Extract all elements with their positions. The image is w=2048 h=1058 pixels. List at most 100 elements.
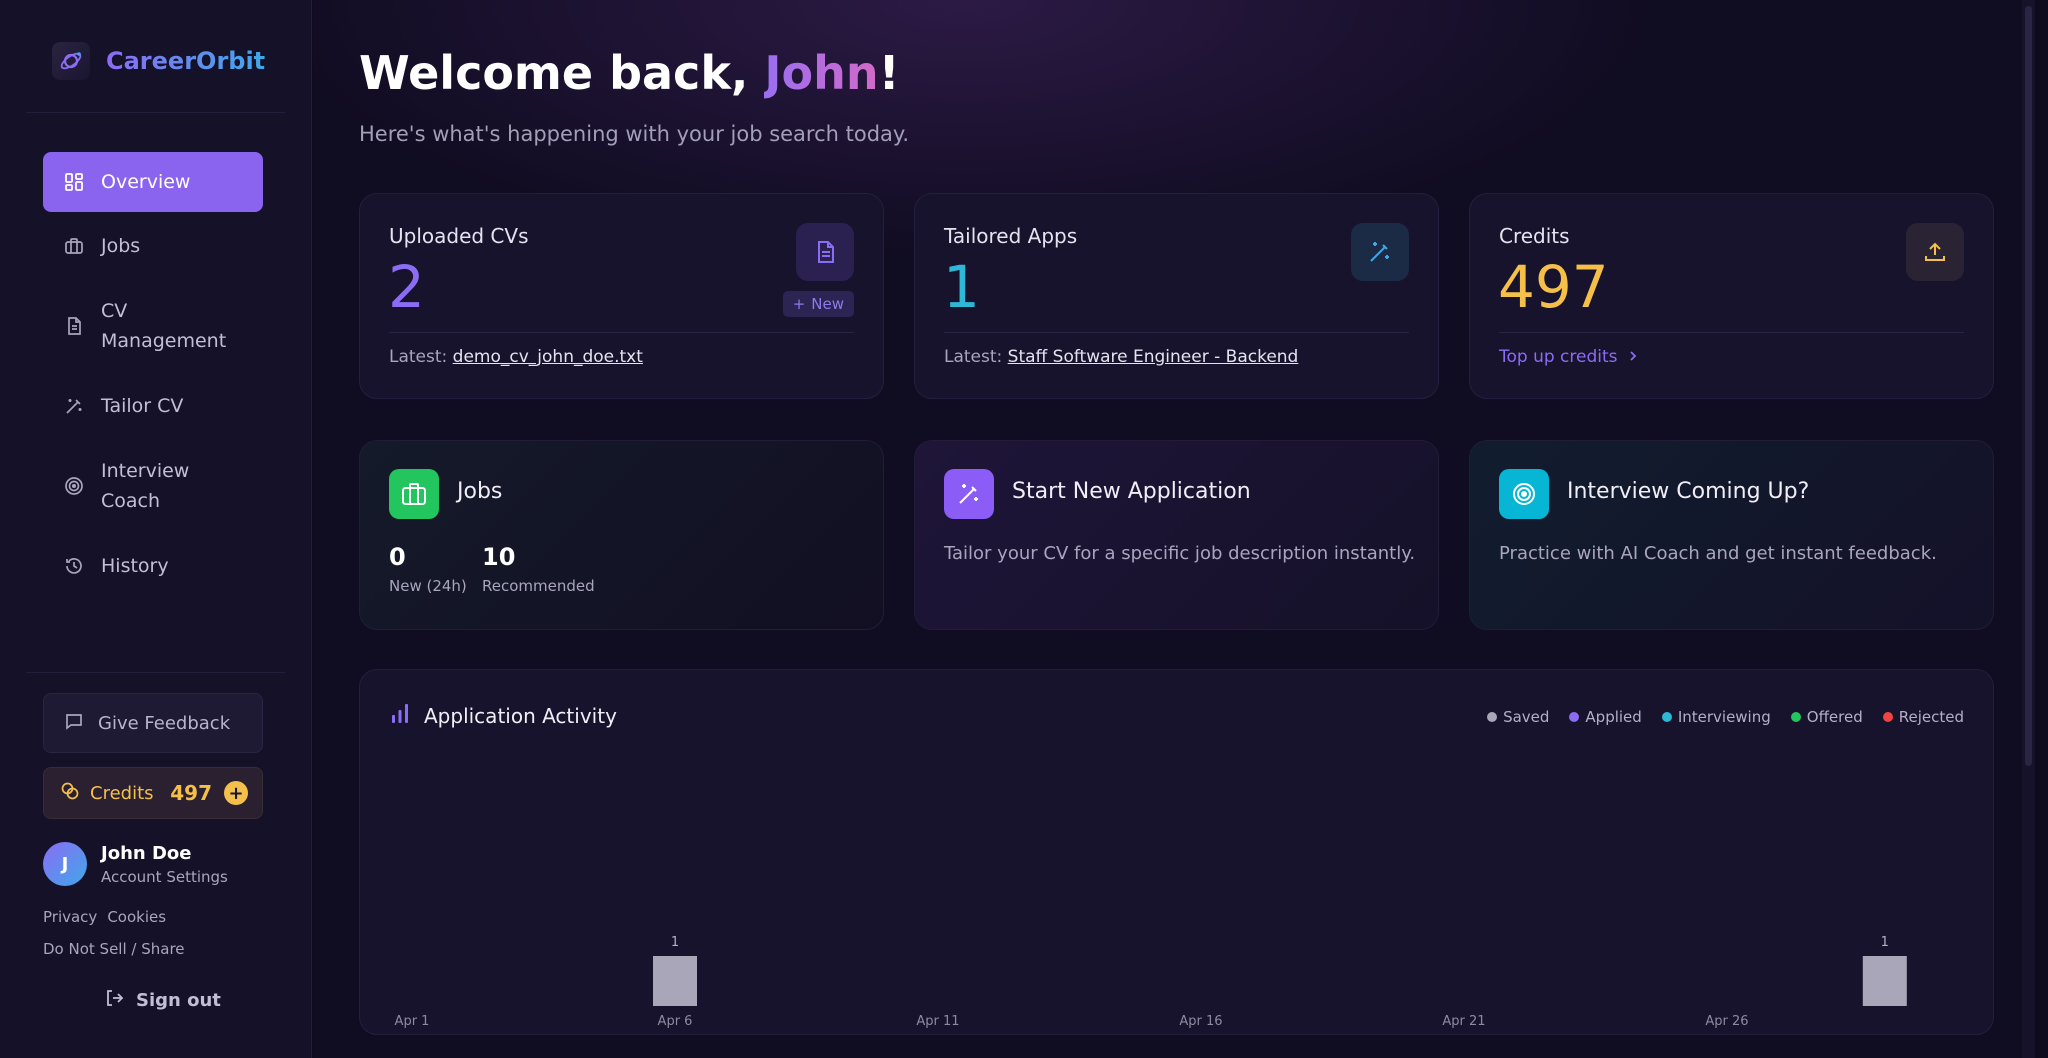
new-jobs-count: 0: [389, 543, 406, 571]
new-jobs-label: New (24h): [389, 577, 467, 595]
page-title: Welcome back, John!: [359, 46, 900, 100]
latest-app: Latest: Staff Software Engineer - Backen…: [944, 347, 1298, 367]
interview-card[interactable]: Interview Coming Up? Practice with AI Co…: [1469, 440, 1994, 630]
document-icon: [63, 315, 85, 337]
x-tick-label: Apr 26: [1705, 1014, 1748, 1029]
user-name: John Doe: [101, 842, 192, 864]
card-title: Uploaded CVs: [389, 224, 529, 248]
scrollbar[interactable]: [2022, 0, 2035, 1058]
scrollbar-thumb[interactable]: [2025, 6, 2032, 766]
divider: [26, 672, 285, 673]
card-title: Tailored Apps: [944, 224, 1078, 248]
target-icon: [1499, 469, 1549, 519]
document-icon: [796, 223, 854, 281]
latest-cv: Latest: demo_cv_john_doe.txt: [389, 347, 643, 367]
user-profile[interactable]: J John Doe Account Settings: [43, 842, 228, 886]
plus-icon: +: [792, 295, 806, 313]
divider: [389, 332, 854, 333]
greet-user-name: John: [764, 46, 879, 100]
sign-out-button[interactable]: Sign out: [104, 988, 221, 1013]
activity-chart: Apr 1 Apr 6 Apr 11 Apr 16 Apr 21 Apr 26 1 1: [395, 935, 1907, 1029]
legal-links: Privacy Cookies Do Not Sell / Share: [43, 908, 185, 958]
latest-app-link[interactable]: Staff Software Engineer - Backend: [1008, 347, 1299, 367]
start-application-card[interactable]: Start New Application Tailor your CV for…: [914, 440, 1439, 630]
greet-prefix: Welcome back,: [359, 46, 765, 100]
magic-wand-icon: [63, 395, 85, 417]
sidebar-item-interview-coach[interactable]: Interview Coach: [43, 440, 263, 532]
recommended-jobs-label: Recommended: [482, 577, 595, 595]
x-tick-label: Apr 1: [395, 1014, 430, 1029]
greet-suffix: !: [878, 46, 900, 100]
brand-name: CareerOrbit: [106, 47, 266, 75]
latest-cv-link[interactable]: demo_cv_john_doe.txt: [453, 347, 643, 367]
chat-icon: [64, 711, 84, 736]
uploaded-cvs-card: Uploaded CVs 2 + New Latest: demo_cv_john…: [359, 193, 884, 399]
jobs-card[interactable]: Jobs 0 New (24h) 10 Recommended: [359, 440, 884, 630]
add-credits-button[interactable]: +: [224, 781, 248, 805]
divider: [944, 332, 1409, 333]
privacy-link[interactable]: Privacy: [43, 908, 97, 926]
brand[interactable]: CareerOrbit: [52, 42, 265, 80]
sidebar-item-label: Jobs: [101, 235, 141, 257]
sidebar-item-label: Tailor CV: [101, 395, 184, 417]
top-up-credits-link[interactable]: Top up credits: [1499, 347, 1638, 367]
credits-count: 497: [1498, 253, 1609, 321]
x-tick-label: Apr 6: [658, 1014, 693, 1029]
bar-value-label: 1: [1881, 935, 1889, 950]
orbit-logo-icon: [52, 42, 90, 80]
credits-pill[interactable]: Credits 497 +: [43, 767, 263, 819]
avatar: J: [43, 842, 87, 886]
history-icon: [63, 555, 85, 577]
recommended-jobs-stat: 10 Recommended: [482, 543, 595, 595]
divider: [1499, 332, 1964, 333]
x-tick-label: Apr 11: [916, 1014, 959, 1029]
chart-bar-saved[interactable]: [653, 956, 697, 1006]
new-cv-label: New: [811, 295, 844, 313]
briefcase-icon: [389, 469, 439, 519]
sign-out-label: Sign out: [136, 990, 221, 1011]
main-content: Welcome back, John! Here's what's happen…: [313, 0, 2035, 1058]
sidebar-item-cv-management[interactable]: CV Management: [43, 280, 263, 372]
sidebar-item-label: Overview: [101, 171, 191, 193]
apps-count: 1: [943, 253, 980, 321]
recommended-jobs-count: 10: [482, 543, 516, 571]
top-up-label: Top up credits: [1499, 347, 1618, 367]
page-subtitle: Here's what's happening with your job se…: [359, 122, 910, 146]
sidebar-item-history[interactable]: History: [43, 536, 263, 596]
divider: [26, 112, 285, 113]
account-settings-link[interactable]: Account Settings: [101, 868, 228, 886]
sidebar-item-label: History: [101, 555, 169, 577]
target-icon: [63, 475, 85, 497]
new-jobs-stat: 0 New (24h): [389, 543, 467, 595]
x-tick-label: Apr 16: [1179, 1014, 1222, 1029]
new-cv-button[interactable]: + New: [782, 291, 854, 317]
sidebar-item-overview[interactable]: Overview: [43, 152, 263, 212]
sidebar-item-label: Interview Coach: [101, 460, 190, 512]
do-not-sell-link[interactable]: Do Not Sell / Share: [43, 940, 185, 958]
chart-bar-saved[interactable]: [1862, 956, 1907, 1006]
logout-icon: [104, 988, 124, 1013]
magic-wand-icon: [1351, 223, 1409, 281]
card-title: Credits: [1499, 224, 1570, 248]
upload-icon[interactable]: [1906, 223, 1964, 281]
credits-label: Credits: [90, 782, 154, 804]
x-tick-label: Apr 21: [1442, 1014, 1485, 1029]
feedback-label: Give Feedback: [98, 712, 231, 734]
sidebar-item-jobs[interactable]: Jobs: [43, 216, 263, 276]
application-activity-card: Application Activity Saved Applied Inter…: [359, 669, 1994, 1035]
latest-label: Latest:: [944, 347, 1008, 367]
card-title: Jobs: [457, 479, 503, 504]
give-feedback-button[interactable]: Give Feedback: [43, 693, 263, 753]
cookies-link[interactable]: Cookies: [107, 908, 166, 926]
sidebar-nav: Overview Jobs CV Management Tailor CV In…: [43, 152, 263, 596]
grid-icon: [63, 171, 85, 193]
briefcase-icon: [63, 235, 85, 257]
latest-label: Latest:: [389, 347, 453, 367]
sidebar-item-tailor-cv[interactable]: Tailor CV: [43, 376, 263, 436]
card-description: Tailor your CV for a specific job descri…: [944, 543, 1416, 564]
card-description: Practice with AI Coach and get instant f…: [1499, 543, 1937, 564]
chevron-right-icon: [1628, 347, 1638, 367]
cv-count: 2: [388, 253, 425, 321]
bar-value-label: 1: [671, 935, 679, 950]
credits-value: 497: [170, 781, 212, 805]
